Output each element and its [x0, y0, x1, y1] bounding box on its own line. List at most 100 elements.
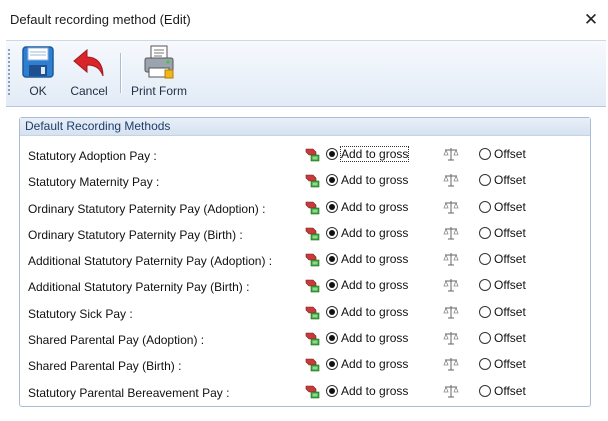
add-to-gross-label: Add to gross	[341, 383, 409, 398]
radio-circle[interactable]	[326, 305, 338, 318]
pay-type-label: Statutory Parental Bereavement Pay :	[28, 385, 230, 400]
pay-type-label: Additional Statutory Paternity Pay (Birt…	[28, 280, 250, 295]
radio-circle[interactable]	[479, 332, 491, 345]
pay-type-label: Statutory Adoption Pay :	[28, 149, 157, 163]
offset-scales-icon	[443, 305, 459, 319]
add-to-gross-radio[interactable]: Add to gross	[326, 252, 408, 266]
recording-method-row: Statutory Adoption Pay : Add to gross Of…	[20, 144, 590, 170]
offset-radio[interactable]: Offset	[479, 305, 526, 319]
offset-label: Offset	[494, 147, 526, 161]
add-to-gross-icon	[305, 201, 320, 214]
offset-scales-icon	[443, 358, 459, 371]
add-to-gross-label: Add to gross	[341, 304, 409, 319]
offset-label: Offset	[494, 252, 526, 267]
add-to-gross-label: Add to gross	[341, 357, 409, 372]
pay-type-label: Ordinary Statutory Paternity Pay (Adopti…	[28, 201, 266, 216]
pay-type-label: Shared Parental Pay (Adoption) :	[28, 333, 205, 348]
radio-circle[interactable]	[479, 226, 491, 239]
pay-type-label: Additional Statutory Paternity Pay (Adop…	[28, 254, 273, 269]
toolbar-grip[interactable]	[8, 49, 10, 95]
add-to-gross-radio[interactable]: Add to gross	[326, 357, 408, 371]
radio-circle[interactable]	[479, 305, 491, 318]
pay-type-label: Statutory Sick Pay :	[28, 306, 133, 321]
radio-circle[interactable]	[326, 200, 338, 213]
default-recording-methods-group: Default Recording Methods Statutory Adop…	[19, 117, 591, 407]
offset-radio[interactable]: Offset	[479, 226, 526, 240]
add-to-gross-radio[interactable]: Add to gross	[326, 384, 408, 398]
offset-radio[interactable]: Offset	[479, 331, 526, 345]
radio-circle[interactable]	[479, 279, 491, 292]
offset-radio[interactable]: Offset	[479, 200, 526, 214]
radio-circle[interactable]	[326, 253, 338, 266]
add-to-gross-radio[interactable]: Add to gross	[326, 331, 408, 345]
add-to-gross-label: Add to gross	[341, 252, 409, 267]
radio-circle[interactable]	[479, 358, 491, 371]
radio-circle[interactable]	[326, 148, 338, 160]
offset-label: Offset	[494, 199, 526, 214]
recording-method-row: Statutory Maternity Pay : Add to gross O…	[20, 170, 590, 196]
offset-scales-icon	[443, 226, 459, 240]
add-to-gross-radio[interactable]: Add to gross	[326, 278, 408, 292]
cancel-button[interactable]: Cancel	[64, 44, 114, 102]
cancel-label: Cancel	[70, 84, 108, 98]
offset-scales-icon	[443, 384, 459, 398]
offset-label: Offset	[494, 383, 526, 398]
radio-circle[interactable]	[326, 384, 338, 397]
add-to-gross-radio[interactable]: Add to gross	[326, 146, 410, 162]
recording-method-row: Shared Parental Pay (Adoption) : Add to …	[20, 328, 590, 354]
add-to-gross-icon	[305, 280, 320, 293]
radio-circle[interactable]	[479, 384, 491, 397]
add-to-gross-icon	[305, 385, 320, 398]
add-to-gross-icon	[305, 359, 320, 372]
offset-scales-icon	[443, 200, 459, 214]
save-disk-icon	[22, 46, 54, 78]
undo-arrow-icon	[73, 48, 104, 77]
radio-circle[interactable]	[479, 148, 491, 160]
offset-radio[interactable]: Offset	[479, 252, 526, 266]
radio-circle[interactable]	[326, 358, 338, 371]
add-to-gross-radio[interactable]: Add to gross	[326, 173, 408, 187]
toolbar-separator	[120, 53, 122, 93]
add-to-gross-icon	[305, 306, 320, 320]
recording-method-row: Shared Parental Pay (Birth) : Add to gro…	[20, 354, 590, 380]
offset-scales-icon	[443, 332, 459, 345]
add-to-gross-label: Add to gross	[341, 225, 409, 240]
radio-circle[interactable]	[326, 174, 338, 187]
offset-label: Offset	[494, 225, 526, 240]
recording-method-row: Statutory Parental Bereavement Pay : Add…	[20, 381, 590, 407]
offset-label: Offset	[494, 173, 526, 188]
offset-label: Offset	[494, 304, 526, 319]
add-to-gross-label: Add to gross	[341, 173, 409, 188]
offset-radio[interactable]: Offset	[479, 173, 526, 187]
group-title: Default Recording Methods	[20, 118, 590, 136]
close-button[interactable]: ✕	[580, 9, 602, 31]
offset-radio[interactable]: Offset	[479, 278, 526, 292]
radio-circle[interactable]	[326, 279, 338, 292]
add-to-gross-radio[interactable]: Add to gross	[326, 305, 408, 319]
ok-button[interactable]: OK	[16, 44, 60, 102]
toolbar: OK Cancel Print Form	[6, 40, 606, 107]
offset-radio[interactable]: Offset	[479, 147, 526, 161]
radio-circle[interactable]	[326, 226, 338, 239]
add-to-gross-label: Add to gross	[341, 278, 409, 293]
ok-label: OK	[29, 84, 47, 98]
add-to-gross-radio[interactable]: Add to gross	[326, 200, 408, 214]
add-to-gross-label: Add to gross	[341, 199, 409, 214]
recording-method-row: Additional Statutory Paternity Pay (Birt…	[20, 275, 590, 301]
add-to-gross-radio[interactable]: Add to gross	[326, 226, 408, 240]
title-bar: Default recording method (Edit) ✕	[0, 0, 608, 40]
offset-radio[interactable]: Offset	[479, 357, 526, 371]
recording-method-row: Statutory Sick Pay : Add to gross Offset	[20, 302, 590, 328]
radio-circle[interactable]	[326, 332, 338, 345]
radio-circle[interactable]	[479, 200, 491, 213]
offset-radio[interactable]: Offset	[479, 384, 526, 398]
recording-method-row: Ordinary Statutory Paternity Pay (Birth)…	[20, 223, 590, 249]
radio-circle[interactable]	[479, 253, 491, 266]
add-to-gross-icon	[305, 253, 320, 267]
offset-scales-icon	[443, 174, 459, 187]
radio-circle[interactable]	[479, 174, 491, 187]
print-form-icon	[144, 45, 174, 79]
recording-method-row: Ordinary Statutory Paternity Pay (Adopti…	[20, 197, 590, 223]
print-form-button[interactable]: Print Form	[126, 44, 192, 102]
add-to-gross-label: Add to gross	[339, 146, 410, 162]
